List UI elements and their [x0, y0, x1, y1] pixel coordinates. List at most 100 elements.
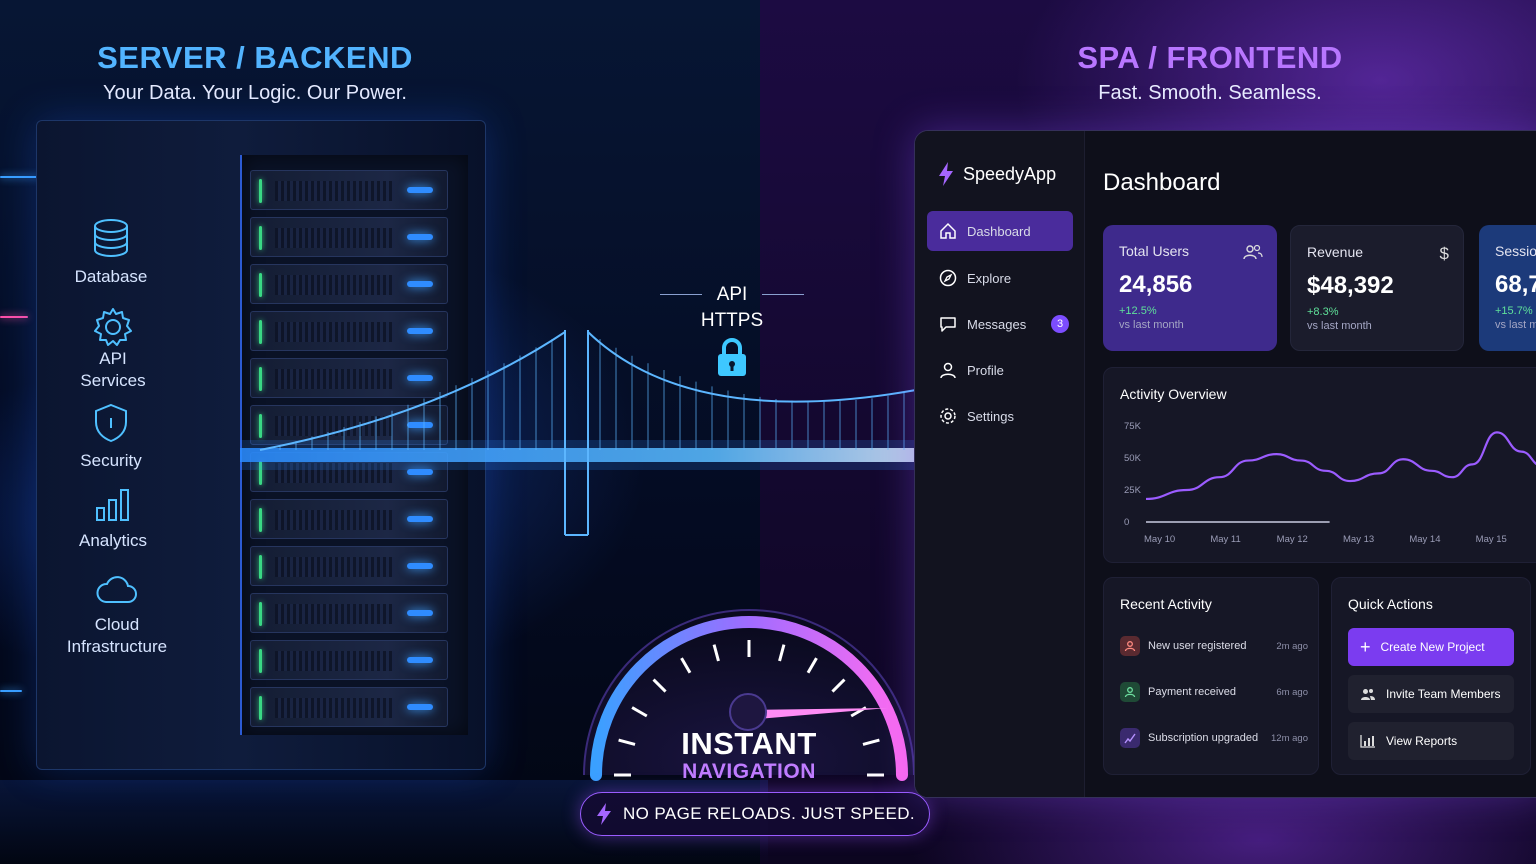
button-label: Create New Project [1380, 640, 1485, 654]
stat-value: $48,392 [1307, 272, 1394, 299]
x-tick-label: May 12 [1277, 534, 1308, 545]
activity-light [407, 281, 433, 287]
create-project-button[interactable]: + Create New Project [1348, 628, 1514, 666]
panel-title: Recent Activity [1120, 596, 1212, 612]
stat-period: vs last m [1495, 319, 1536, 331]
brand[interactable]: SpeedyApp [937, 161, 1056, 187]
server-unit [250, 264, 448, 304]
bar-chart-icon [96, 489, 129, 521]
service-label: API Services [80, 349, 146, 390]
speed-tagline: NO PAGE RELOADS. JUST SPEED. [622, 804, 916, 823]
status-led [259, 602, 262, 626]
gear-icon [94, 308, 132, 346]
gear-icon [940, 408, 956, 424]
cloud-icon [96, 576, 137, 603]
users-icon [1361, 689, 1375, 700]
user-icon [940, 362, 956, 379]
activity-light [407, 704, 433, 710]
x-tick-label: May 15 [1476, 534, 1507, 545]
invite-members-button[interactable]: Invite Team Members [1348, 675, 1514, 713]
service-label: Analytics [78, 531, 148, 550]
activity-time: 12m ago [1271, 732, 1308, 744]
nav-item-dashboard[interactable]: Dashboard [927, 211, 1073, 251]
gauge-subtitle: NAVIGATION [682, 760, 816, 783]
unread-badge: 3 [1051, 315, 1069, 333]
status-led [259, 179, 262, 203]
status-led [259, 696, 262, 720]
nav-item-profile[interactable]: Profile [927, 350, 1073, 390]
speed-tagline-pill: NO PAGE RELOADS. JUST SPEED. [580, 792, 930, 836]
plus-icon: + [1360, 637, 1371, 657]
stat-change: +15.7% [1495, 305, 1533, 317]
stat-card-sessions[interactable]: Session 68,7 +15.7% vs last m [1479, 225, 1536, 351]
service-label: Cloud Infrastructure [66, 615, 168, 656]
activity-text: Subscription upgraded [1148, 732, 1259, 744]
quick-actions-panel: Quick Actions + Create New Project Invit… [1331, 577, 1531, 775]
stat-period: vs last month [1119, 319, 1184, 331]
api-https-label: API HTTPS [660, 284, 804, 332]
api-bridge [240, 330, 917, 536]
activity-item[interactable]: Subscription upgraded 12m ago [1120, 728, 1308, 748]
lock-icon [718, 338, 746, 376]
database-icon [94, 219, 128, 257]
x-tick-label: May 14 [1409, 534, 1440, 545]
user-plus-icon [1120, 636, 1140, 656]
status-led [259, 226, 262, 250]
activity-item[interactable]: Payment received 6m ago [1120, 682, 1308, 702]
vent [275, 228, 395, 248]
backend-header: SERVER / BACKEND Your Data. Your Logic. … [60, 40, 450, 105]
y-tick-label: 25K [1124, 485, 1142, 496]
service-security: Security [36, 402, 186, 472]
service-label: Database [74, 267, 148, 286]
server-unit [250, 687, 448, 727]
lightning-icon [596, 803, 611, 825]
stat-change: +8.3% [1307, 306, 1339, 318]
https-text: HTTPS [700, 310, 764, 331]
server-unit [250, 593, 448, 633]
view-reports-button[interactable]: View Reports [1348, 722, 1514, 760]
vent [275, 698, 395, 718]
stat-label: Session [1495, 243, 1536, 259]
frontend-header: SPA / FRONTEND Fast. Smooth. Seamless. [1010, 40, 1410, 105]
frontend-title: SPA / FRONTEND [1077, 40, 1343, 75]
activity-text: Payment received [1148, 686, 1237, 698]
nav-item-messages[interactable]: Messages 3 [927, 304, 1073, 344]
nav-label: Settings [967, 408, 1014, 424]
stat-card-revenue[interactable]: Revenue $48,392 +8.3% vs last month $ [1290, 225, 1464, 351]
panel-title: Quick Actions [1348, 596, 1433, 612]
activity-light [407, 187, 433, 193]
vent [275, 651, 395, 671]
nav-item-settings[interactable]: Settings [927, 396, 1073, 436]
status-led [259, 649, 262, 673]
x-tick-label: May 13 [1343, 534, 1374, 545]
stat-value: 24,856 [1119, 271, 1193, 298]
users-icon [1243, 244, 1263, 260]
x-tick-label: May 11 [1210, 534, 1240, 545]
service-cloud: Cloud Infrastructure [42, 572, 192, 658]
y-tick-label: 75K [1124, 421, 1142, 432]
nav-item-explore[interactable]: Explore [927, 258, 1073, 298]
app-window: SpeedyApp Dashboard Explore Messages 3 P… [914, 130, 1536, 798]
x-tick-label: May 10 [1144, 534, 1175, 545]
stat-card-users[interactable]: Total Users 24,856 +12.5% vs last month [1103, 225, 1277, 351]
activity-item[interactable]: New user registered 2m ago [1120, 636, 1308, 656]
status-led [259, 273, 262, 297]
stat-label: Revenue [1307, 244, 1364, 260]
stat-period: vs last month [1307, 320, 1372, 332]
service-analytics: Analytics [38, 486, 188, 552]
nav-label: Explore [967, 270, 1012, 286]
service-database: Database [36, 218, 186, 288]
stat-label: Total Users [1119, 243, 1190, 259]
recent-activity-panel: Recent Activity New user registered 2m a… [1103, 577, 1319, 775]
bar-chart-icon [1360, 735, 1375, 748]
activity-text: New user registered [1148, 640, 1247, 652]
shield-icon [95, 403, 127, 443]
divider-line [660, 294, 702, 295]
activity-overview-panel: Activity Overview 75K 50K 25K 0 May 10 May 11… [1103, 367, 1536, 563]
nav-label: Profile [967, 362, 1004, 378]
server-unit [250, 640, 448, 680]
stat-value: 68,7 [1495, 271, 1536, 298]
backend-title: SERVER / BACKEND [97, 40, 413, 75]
brand-name: SpeedyApp [963, 163, 1057, 184]
vent [275, 181, 395, 201]
